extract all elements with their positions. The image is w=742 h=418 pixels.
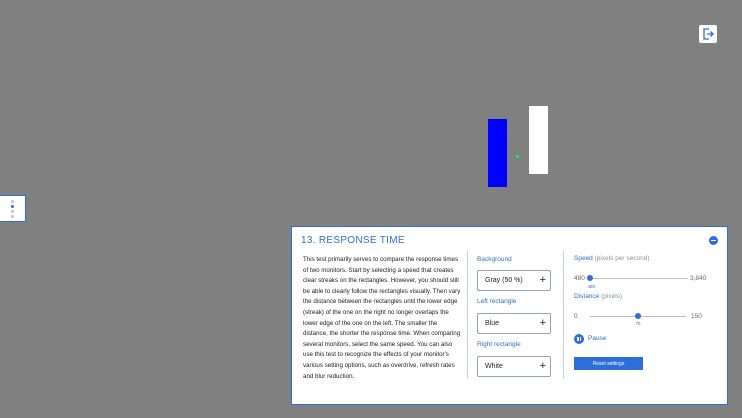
background-value: Gray (50 %) — [485, 277, 523, 284]
distance-slider-thumb[interactable] — [635, 313, 641, 319]
pause-icon — [579, 337, 581, 341]
reset-settings-button[interactable]: Reset settings — [574, 357, 643, 370]
left-rectangle-select[interactable]: Blue + — [477, 313, 551, 334]
speed-unit: (pixels per second) — [594, 255, 650, 262]
speed-max: 3,840 — [690, 275, 707, 282]
exit-icon — [703, 28, 714, 40]
nav-dot[interactable] — [11, 214, 14, 218]
distance-max: 150 — [691, 313, 702, 320]
right-rectangle-value: White — [485, 363, 503, 370]
distance-min: 0 — [574, 313, 578, 320]
left-rectangle-value: Blue — [485, 320, 500, 327]
speed-value: 480 — [587, 284, 596, 289]
background-label: Background — [477, 256, 512, 263]
exit-button[interactable] — [699, 25, 717, 43]
pause-button[interactable] — [574, 334, 584, 344]
panel-title: 13. RESPONSE TIME — [301, 235, 405, 246]
speed-label: Speed (pixels per second) — [574, 255, 650, 262]
speed-slider-thumb[interactable] — [587, 275, 593, 281]
distance-value: 75 — [635, 321, 641, 326]
settings-panel: 13. RESPONSE TIME This test primarily se… — [291, 226, 728, 405]
left-rectangle-label: Left rectangle — [477, 298, 517, 305]
test-navigation[interactable] — [0, 195, 26, 222]
nav-dot[interactable] — [11, 209, 14, 213]
right-rectangle-select[interactable]: White + — [477, 356, 551, 377]
minus-circle-icon[interactable] — [709, 236, 718, 245]
speed-min: 480 — [574, 275, 585, 282]
test-description: This test primarily serves to compare th… — [303, 256, 461, 380]
nav-dot-active[interactable] — [11, 204, 14, 208]
background-select[interactable]: Gray (50 %) + — [477, 270, 551, 291]
right-rectangle — [529, 106, 548, 174]
center-marker — [515, 154, 520, 159]
plus-icon: + — [539, 317, 546, 329]
plus-icon: + — [539, 360, 546, 372]
pause-label[interactable]: Pause — [588, 335, 606, 342]
left-rectangle — [488, 119, 507, 187]
pause-icon — [577, 337, 579, 341]
right-rectangle-label: Right rectangle — [477, 341, 521, 348]
distance-unit: (pixels) — [601, 293, 623, 300]
nav-dot[interactable] — [11, 199, 14, 203]
divider — [467, 251, 468, 379]
distance-label: Distance (pixels) — [574, 293, 623, 300]
divider — [563, 251, 564, 379]
plus-icon: + — [539, 274, 546, 286]
speed-slider[interactable] — [590, 278, 688, 279]
